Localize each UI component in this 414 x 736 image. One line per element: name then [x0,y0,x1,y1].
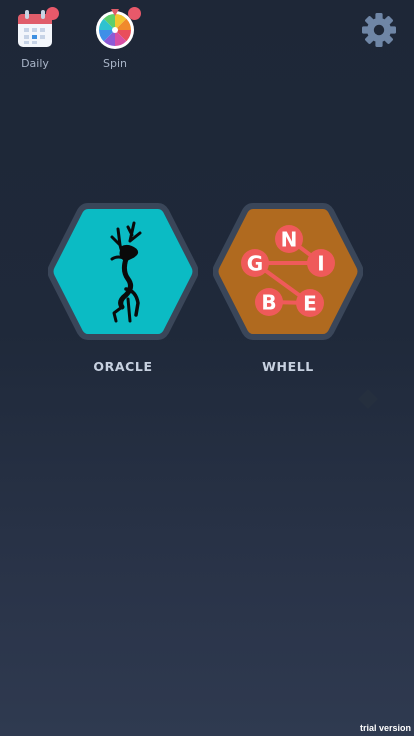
letter-b: B [255,288,283,316]
trial-version-watermark: trial version [359,723,411,733]
svg-text:E: E [303,292,317,316]
letter-e: E [296,289,324,317]
svg-text:I: I [317,252,324,276]
oracle-label: ORACLE [93,359,153,374]
settings-button[interactable] [360,11,398,49]
spin-label: Spin [103,57,127,70]
letter-g: G [241,249,269,277]
oracle-hexagon [47,203,199,340]
daily-notification-badge [46,7,59,20]
svg-text:G: G [247,252,263,276]
svg-text:B: B [261,291,276,315]
decorative-diamond [358,389,378,409]
whell-game-tile[interactable]: N G I B E WHELL [212,203,364,374]
spin-notification-badge [128,7,141,20]
daily-label: Daily [21,57,49,70]
letter-n: N [275,225,303,253]
svg-text:N: N [281,228,298,252]
letter-i: I [307,249,335,277]
whell-hexagon: N G I B E [212,203,364,340]
oracle-game-tile[interactable]: ORACLE [47,203,199,374]
daily-button[interactable]: Daily [5,7,65,70]
spin-button[interactable]: Spin [85,7,145,70]
whell-label: WHELL [262,359,314,374]
gear-icon [362,13,396,47]
